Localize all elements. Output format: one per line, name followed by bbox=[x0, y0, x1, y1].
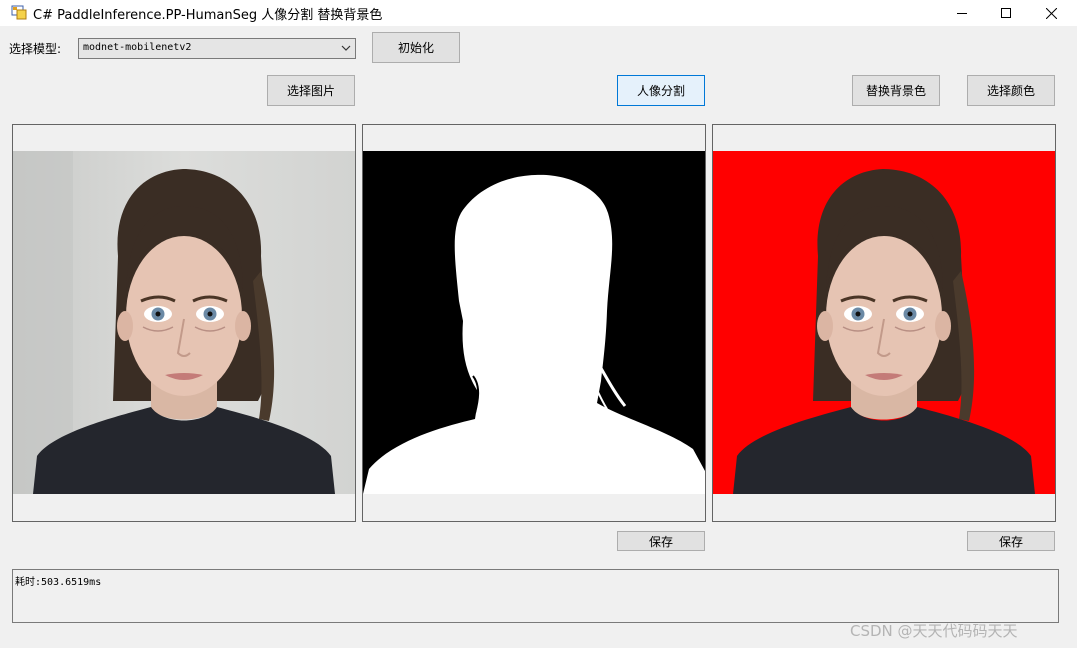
watermark: CSDN @天天代码码天天 bbox=[850, 622, 1018, 640]
replace-bg-button[interactable]: 替换背景色 bbox=[852, 75, 940, 106]
app-icon bbox=[11, 5, 27, 20]
select-image-button[interactable]: 选择图片 bbox=[267, 75, 355, 106]
init-button[interactable]: 初始化 bbox=[372, 32, 460, 63]
chevron-down-icon bbox=[341, 45, 351, 51]
main-window: C# PaddleInference.PP-HumanSeg 人像分割 替换背景… bbox=[0, 0, 1077, 648]
model-select[interactable]: modnet-mobilenetv2 bbox=[78, 38, 356, 59]
segment-button[interactable]: 人像分割 bbox=[617, 75, 705, 106]
mask-image-panel bbox=[362, 124, 706, 522]
title-bar: C# PaddleInference.PP-HumanSeg 人像分割 替换背景… bbox=[0, 0, 1077, 26]
select-color-button[interactable]: 选择颜色 bbox=[967, 75, 1055, 106]
elapsed-time-text: 耗时:503.6519ms bbox=[15, 577, 102, 588]
result-image-panel bbox=[712, 124, 1056, 522]
maximize-button[interactable] bbox=[983, 0, 1029, 26]
model-label: 选择模型: bbox=[9, 42, 62, 56]
original-image-panel bbox=[12, 124, 356, 522]
close-icon bbox=[1045, 7, 1057, 19]
save-result-button[interactable]: 保存 bbox=[967, 531, 1055, 551]
result-photo bbox=[713, 151, 1055, 494]
original-photo bbox=[13, 151, 355, 494]
window-title: C# PaddleInference.PP-HumanSeg 人像分割 替换背景… bbox=[33, 8, 383, 23]
segmentation-mask bbox=[363, 151, 705, 494]
maximize-icon bbox=[1001, 8, 1011, 18]
log-textbox[interactable]: 耗时:503.6519ms bbox=[12, 569, 1059, 623]
save-mask-button[interactable]: 保存 bbox=[617, 531, 705, 551]
close-button[interactable] bbox=[1028, 0, 1074, 26]
minimize-button[interactable] bbox=[939, 0, 985, 26]
model-select-value: modnet-mobilenetv2 bbox=[83, 42, 192, 53]
minimize-icon bbox=[957, 13, 967, 14]
